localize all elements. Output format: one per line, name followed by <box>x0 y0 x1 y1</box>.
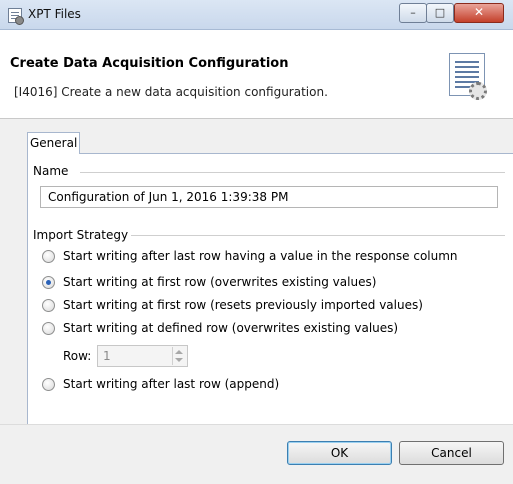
radio-label: Start writing after last row (append) <box>63 377 280 391</box>
radio-label: Start writing at defined row (overwrites… <box>63 321 399 335</box>
strategy-option-first-row-overwrite[interactable]: Start writing at first row (overwrites e… <box>42 275 482 291</box>
strategy-option-append[interactable]: Start writing after last row (append) <box>42 377 482 393</box>
strategy-option-defined-row[interactable]: Start writing at defined row (overwrites… <box>42 321 482 337</box>
ok-button[interactable]: OK <box>287 441 392 465</box>
name-group-divider <box>80 172 505 173</box>
dialog-header: Create Data Acquisition Configuration [I… <box>0 30 513 119</box>
chevron-down-icon[interactable] <box>175 358 183 362</box>
maximize-button[interactable]: □ <box>426 3 454 23</box>
radio-label: Start writing after last row having a va… <box>63 249 458 263</box>
row-number-stepper[interactable]: 1 <box>97 345 188 367</box>
configuration-name-input[interactable]: Configuration of Jun 1, 2016 1:39:38 PM <box>40 186 498 208</box>
minimize-button[interactable]: – <box>399 3 427 23</box>
row-label: Row: <box>63 349 92 363</box>
tab-strip: General <box>27 132 513 154</box>
stepper-buttons[interactable] <box>172 347 186 365</box>
row-number-value: 1 <box>103 349 111 363</box>
title-bar: XPT Files – □ ✕ <box>0 0 513 30</box>
radio-button-selected[interactable] <box>42 276 55 289</box>
strategy-option-first-row-reset[interactable]: Start writing at first row (resets previ… <box>42 298 482 314</box>
xpt-files-icon <box>8 8 24 25</box>
import-strategy-label: Import Strategy <box>33 228 132 242</box>
radio-button[interactable] <box>42 299 55 312</box>
radio-label: Start writing at first row (resets previ… <box>63 298 423 312</box>
dialog-description: [I4016] Create a new data acquisition co… <box>14 85 328 99</box>
radio-label: Start writing at first row (overwrites e… <box>63 275 377 289</box>
radio-button[interactable] <box>42 322 55 335</box>
strategy-option-after-last-response[interactable]: Start writing after last row having a va… <box>42 249 482 265</box>
chevron-up-icon[interactable] <box>175 350 183 354</box>
name-group-label: Name <box>33 164 72 178</box>
dialog-title: Create Data Acquisition Configuration <box>10 56 289 71</box>
window-title: XPT Files <box>28 7 81 21</box>
cancel-button[interactable]: Cancel <box>399 441 504 465</box>
gear-icon <box>469 82 487 100</box>
radio-button[interactable] <box>42 250 55 263</box>
radio-button[interactable] <box>42 378 55 391</box>
import-strategy-divider <box>131 235 505 236</box>
tab-general[interactable]: General <box>27 132 80 154</box>
close-button[interactable]: ✕ <box>454 3 504 23</box>
